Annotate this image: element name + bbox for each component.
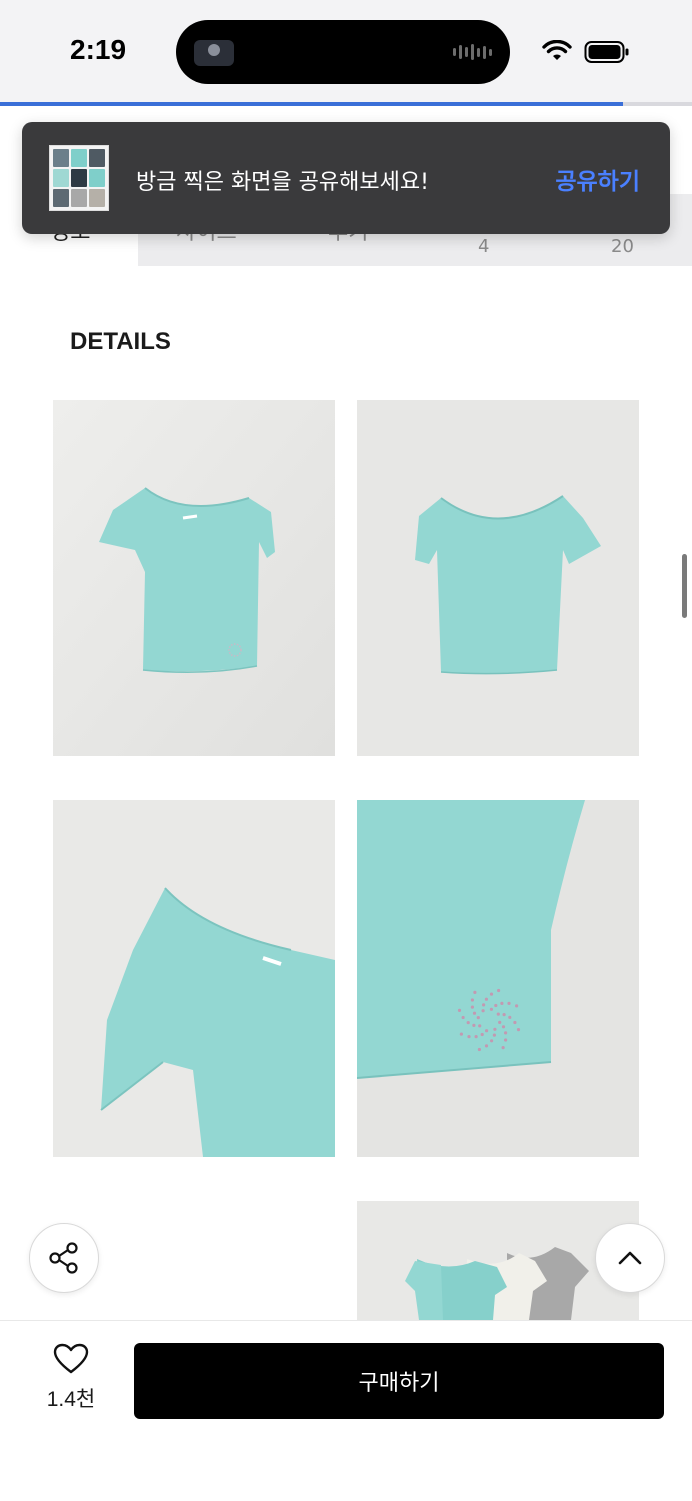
product-photo-back[interactable] [357,400,639,756]
toast-message: 방금 찍은 화면을 공유해보세요! [136,170,429,195]
like-button[interactable]: 1.4천 [36,1343,106,1413]
dynamic-island[interactable] [176,20,510,84]
share-button[interactable]: 공유하기 [555,162,640,196]
chevron-up-icon [618,1251,642,1265]
product-photo-shoulder-detail[interactable] [53,800,335,1157]
audio-waveform-icon [453,44,492,60]
wifi-icon [542,40,572,60]
product-photo-hem-detail[interactable] [357,800,639,1157]
bottom-action-bar: 1.4천 구매하기 [0,1320,692,1501]
heart-icon [53,1343,89,1374]
like-count: 1.4천 [46,1388,96,1411]
product-photo-front[interactable] [53,400,335,756]
details-title: DETAILS [70,328,171,355]
status-bar: 2:19 [0,0,692,104]
share-screenshot-toast: 방금 찍은 화면을 공유해보세요! 공유하기 [22,122,670,234]
progress-fill [0,102,623,106]
battery-icon [584,41,629,63]
now-playing-thumbnail [194,40,234,66]
share-float-button[interactable] [29,1223,99,1293]
share-icon [49,1242,78,1274]
scroll-indicator[interactable] [682,554,687,618]
status-time: 2:19 [70,34,127,65]
tab-count-4[interactable]: 4 [478,236,489,257]
buy-button[interactable]: 구매하기 [134,1343,664,1419]
screenshot-thumbnail [49,145,109,211]
page-load-progress [0,102,692,106]
tab-count-20[interactable]: 20 [611,236,634,257]
scroll-top-button[interactable] [595,1223,665,1293]
